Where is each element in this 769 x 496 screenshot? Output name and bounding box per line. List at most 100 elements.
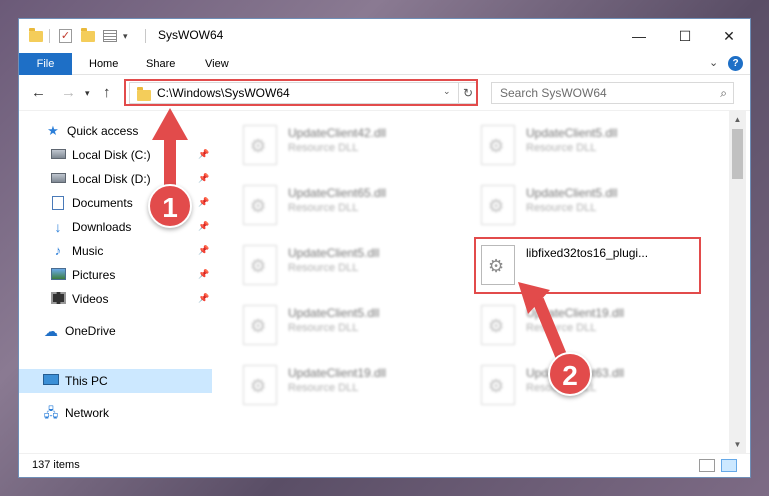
dll-file-icon <box>243 125 277 165</box>
navigation-pane: ★ Quick access Local Disk (C:) 📌 Local D… <box>19 111 214 453</box>
properties-icon[interactable] <box>103 28 117 44</box>
scroll-thumb[interactable] <box>732 129 743 179</box>
nav-item-music[interactable]: ♪ Music 📌 <box>19 239 212 263</box>
close-button[interactable]: ✕ <box>706 19 750 53</box>
drive-icon <box>50 148 66 162</box>
file-type: Resource DLL <box>288 322 359 334</box>
nav-label: Documents <box>72 196 133 210</box>
nav-item-network[interactable]: 🖧 Network <box>19 401 212 425</box>
nav-label: Downloads <box>72 220 132 234</box>
file-item[interactable]: UpdateClient5.dll Resource DLL <box>473 179 693 231</box>
scroll-down-arrow-icon[interactable]: ▼ <box>729 436 746 453</box>
computer-icon <box>43 374 59 388</box>
recent-locations-chevron-icon[interactable]: ▾ <box>85 88 90 99</box>
file-item[interactable]: UpdateClient42.dll Resource DLL <box>235 119 455 171</box>
download-arrow-icon: ↓ <box>54 219 62 235</box>
nav-label: Videos <box>72 292 109 306</box>
nav-item-documents[interactable]: Documents 📌 <box>19 191 212 215</box>
search-icon[interactable]: ⌕ <box>720 86 727 101</box>
minimize-button[interactable]: — <box>616 19 662 53</box>
file-type: Resource DLL <box>526 142 597 154</box>
file-type: Resource DLL <box>288 262 359 274</box>
file-name: UpdateClient42.dll <box>288 126 387 140</box>
file-item[interactable]: UpdateClient5.dll Resource DLL <box>235 239 455 291</box>
nav-item-downloads[interactable]: ↓ Downloads 📌 <box>19 215 212 239</box>
nav-label: Pictures <box>72 268 116 282</box>
file-item[interactable]: UpdateClient19.dll Resource DLL <box>235 359 455 411</box>
file-item[interactable]: UpdateClient5.dll Resource DLL <box>235 299 455 351</box>
file-item[interactable]: UpdateClient5.dll Resource DLL <box>473 119 693 171</box>
help-icon[interactable]: ? <box>728 56 743 71</box>
nav-label: This PC <box>65 374 108 388</box>
file-type: Resource DLL <box>526 382 597 394</box>
file-type: Resource DLL <box>288 142 359 154</box>
nav-label: Local Disk (D:) <box>72 172 151 186</box>
file-name: UpdateClient5.dll <box>526 186 618 200</box>
dll-file-icon <box>481 125 515 165</box>
forward-arrow-icon[interactable]: → <box>61 84 76 101</box>
expand-ribbon-chevron-icon[interactable]: ⌄ <box>709 56 718 69</box>
ribbon-tabs: File Home Share View ⌄ ? <box>19 53 750 75</box>
nav-item-this-pc[interactable]: This PC <box>19 369 212 393</box>
file-explorer-window: ✓ ▾ SysWOW64 — ☐ ✕ File Home Share View … <box>18 18 751 478</box>
file-name: UpdateClient5.dll <box>288 246 380 260</box>
cloud-icon: ☁ <box>44 323 58 339</box>
pin-icon[interactable]: 📌 <box>198 269 209 280</box>
dll-file-icon <box>243 365 277 405</box>
refresh-icon[interactable]: ↻ <box>458 83 477 103</box>
file-type: Resource DLL <box>526 322 597 334</box>
separator <box>49 28 50 44</box>
file-list: UpdateClient42.dll Resource DLL UpdateCl… <box>215 111 728 453</box>
address-path: C:\Windows\SysWOW64 <box>157 86 290 100</box>
properties-check-icon[interactable]: ✓ <box>59 28 72 44</box>
pin-icon[interactable]: 📌 <box>198 197 209 208</box>
details-view-icon[interactable] <box>699 459 715 472</box>
window-title: SysWOW64 <box>158 28 224 42</box>
address-bar[interactable]: C:\Windows\SysWOW64 ⌄ ↻ <box>129 82 477 104</box>
pin-icon[interactable]: 📌 <box>198 173 209 184</box>
back-arrow-icon[interactable]: ← <box>31 84 46 101</box>
pin-icon[interactable]: 📌 <box>198 149 209 160</box>
nav-item-pictures[interactable]: Pictures 📌 <box>19 263 212 287</box>
dll-file-icon <box>243 245 277 285</box>
nav-item-onedrive[interactable]: ☁ OneDrive <box>19 319 212 343</box>
folder-icon <box>137 87 151 101</box>
nav-item-local-disk-c[interactable]: Local Disk (C:) 📌 <box>19 143 212 167</box>
dll-file-icon <box>481 245 515 285</box>
file-name: UpdateClient5.dll <box>288 306 380 320</box>
file-item[interactable]: UpdateClient65.dll Resource DLL <box>235 179 455 231</box>
new-folder-icon[interactable] <box>81 27 95 44</box>
tab-view[interactable]: View <box>205 53 229 75</box>
address-dropdown-chevron-icon[interactable]: ⌄ <box>443 86 451 97</box>
separator <box>145 28 146 44</box>
tab-home[interactable]: Home <box>89 53 118 75</box>
nav-item-local-disk-d[interactable]: Local Disk (D:) 📌 <box>19 167 212 191</box>
file-name: UpdateClient19.dll <box>288 366 387 380</box>
tab-share[interactable]: Share <box>146 53 175 75</box>
address-row: ← → ▾ ↑ C:\Windows\SysWOW64 ⌄ ↻ Search S… <box>19 76 750 111</box>
file-name: UpdateClient63.dll <box>526 366 625 380</box>
large-icons-view-icon[interactable] <box>721 459 737 472</box>
nav-item-quick-access[interactable]: ★ Quick access <box>19 119 212 143</box>
search-box[interactable]: Search SysWOW64 ⌕ <box>491 82 734 104</box>
file-item-libfixed32tos16[interactable]: libfixed32tos16_plugi... <box>473 239 693 291</box>
maximize-button[interactable]: ☐ <box>662 19 708 53</box>
nav-item-videos[interactable]: Videos 📌 <box>19 287 212 311</box>
pin-icon[interactable]: 📌 <box>198 293 209 304</box>
up-arrow-icon[interactable]: ↑ <box>103 84 111 101</box>
file-name: UpdateClient65.dll <box>288 186 387 200</box>
nav-label: OneDrive <box>65 324 116 338</box>
item-count: 137 items <box>32 459 80 471</box>
scroll-up-arrow-icon[interactable]: ▲ <box>729 111 746 128</box>
nav-label: Music <box>72 244 104 258</box>
pin-icon[interactable]: 📌 <box>198 221 209 232</box>
tab-file[interactable]: File <box>19 53 72 75</box>
vertical-scrollbar[interactable]: ▲ ▼ <box>729 111 746 453</box>
pin-icon[interactable]: 📌 <box>198 245 209 256</box>
dll-file-icon <box>243 305 277 345</box>
file-item[interactable]: UpdateClient63.dll Resource DLL <box>473 359 693 411</box>
customize-toolbar-chevron-icon[interactable]: ▾ <box>123 28 128 44</box>
file-type: Resource DLL <box>526 202 597 214</box>
file-type: Resource DLL <box>288 202 359 214</box>
file-item[interactable]: UpdateClient19.dll Resource DLL <box>473 299 693 351</box>
